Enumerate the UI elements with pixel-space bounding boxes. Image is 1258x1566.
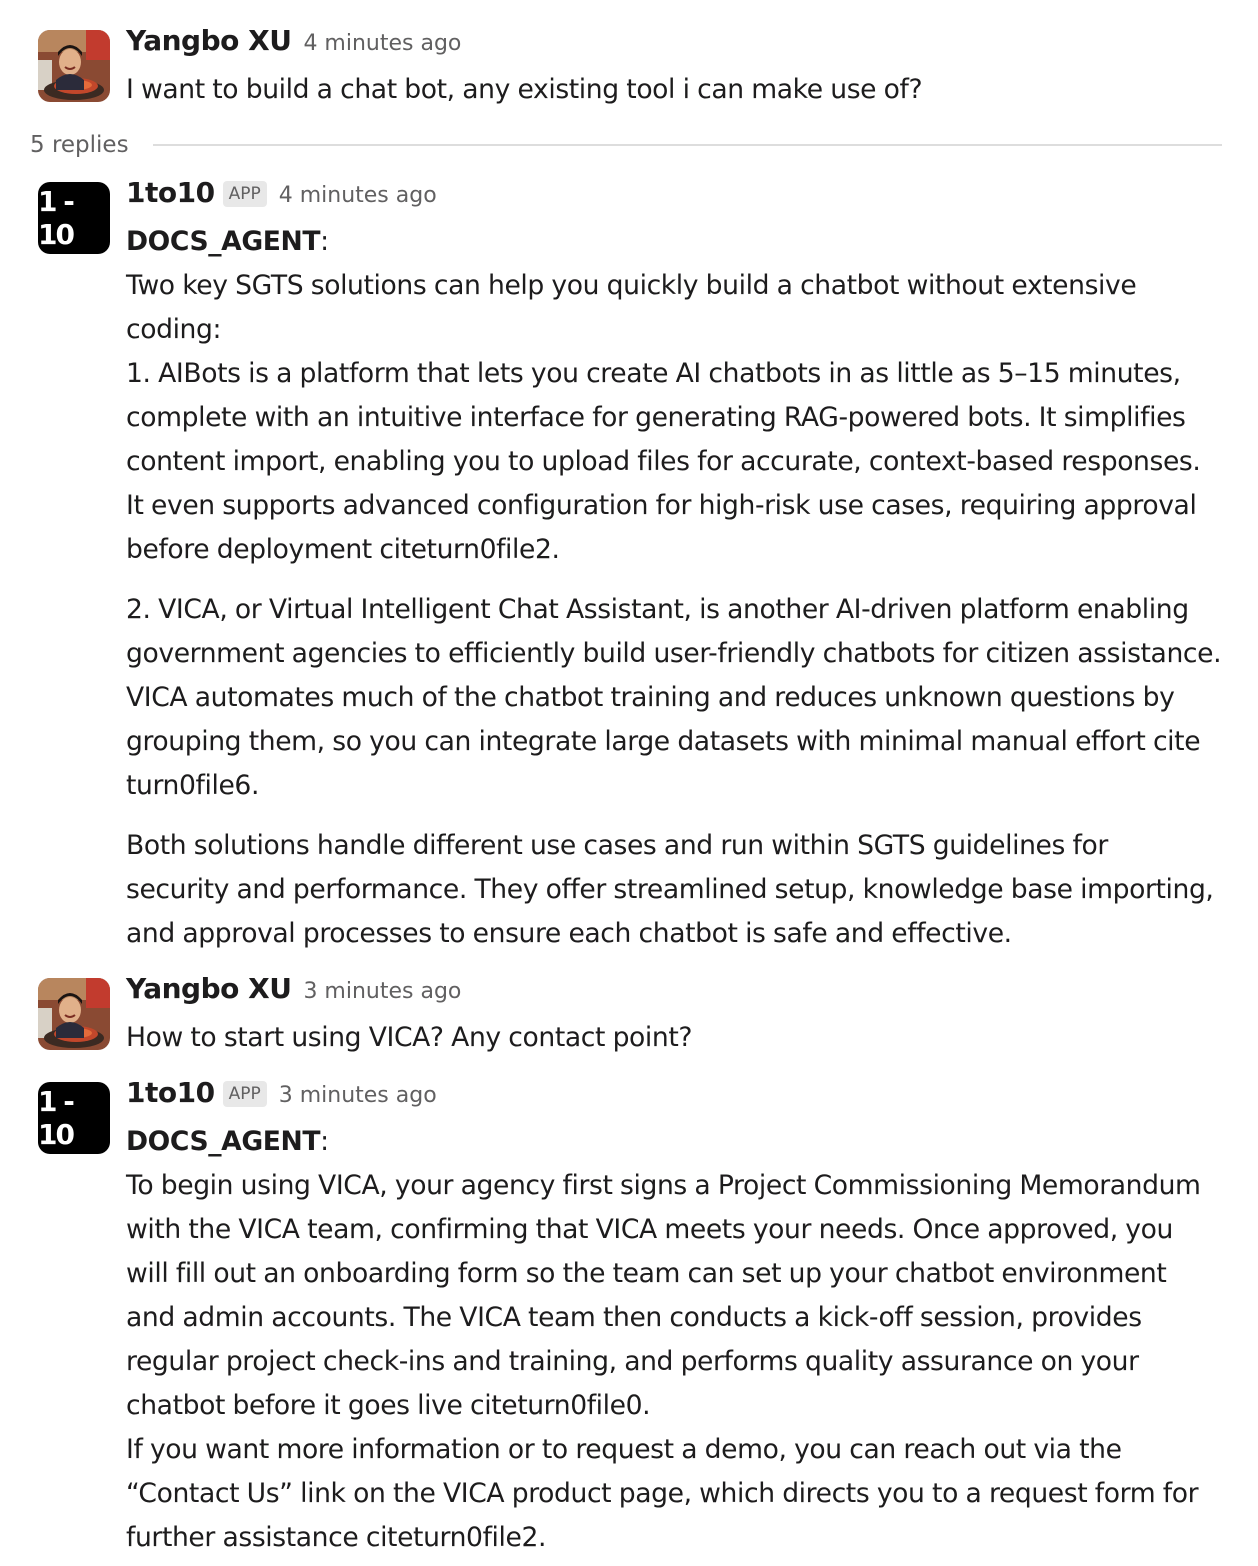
bot-avatar[interactable]: 1 - 10 (38, 182, 110, 254)
text-line: government agencies to efficiently build… (126, 638, 1222, 669)
text-line: If you want more information or to reque… (126, 1434, 1122, 1465)
agent-label: DOCS_AGENT (126, 1126, 321, 1157)
text-line: To begin using VICA, your agency first s… (126, 1170, 1201, 1201)
text-line: VICA automates much of the chatbot train… (126, 682, 1175, 713)
message-text: I want to build a chat bot, any existing… (126, 74, 923, 105)
message-content: 1to10 APP 3 minutes ago DOCS_AGENT: To b… (126, 1076, 1238, 1560)
message-header: 1to10 APP 3 minutes ago (126, 1076, 1238, 1120)
message-header: Yangbo XU 4 minutes ago (126, 24, 1238, 68)
text-line: complete with an intuitive interface for… (126, 402, 1186, 433)
text-line: It even supports advanced configuration … (126, 490, 1197, 521)
message-content: 1to10 APP 4 minutes ago DOCS_AGENT: Two … (126, 176, 1238, 956)
text-line: 2. VICA, or Virtual Intelligent Chat Ass… (126, 594, 1189, 625)
text-line: security and performance. They offer str… (126, 874, 1214, 905)
timestamp[interactable]: 4 minutes ago (279, 183, 437, 208)
message-text: How to start using VICA? Any contact poi… (126, 1022, 693, 1053)
text-line: “Contact Us” link on the VICA product pa… (126, 1478, 1199, 1509)
text-line: before deployment citeturn0file2. (126, 534, 560, 565)
text-line: Two key SGTS solutions can help you quic… (126, 270, 1137, 301)
text-line: with the VICA team, confirming that VICA… (126, 1214, 1173, 1245)
message-header: 1to10 APP 4 minutes ago (126, 176, 1238, 220)
message-header: Yangbo XU 3 minutes ago (126, 972, 1238, 1016)
replies-divider-row: 5 replies (30, 128, 1222, 162)
message-content: Yangbo XU 3 minutes ago How to start usi… (126, 972, 1238, 1060)
message-content: Yangbo XU 4 minutes ago I want to build … (126, 24, 1238, 112)
text-line: turn0file6. (126, 770, 259, 801)
message-body: DOCS_AGENT: To begin using VICA, your ag… (126, 1120, 1238, 1560)
bot-avatar-text: 1 - 10 (38, 1085, 75, 1151)
text-line: Both solutions handle different use case… (126, 830, 1108, 861)
divider (152, 144, 1222, 146)
agent-colon: : (320, 1126, 329, 1157)
author-name[interactable]: 1to10 (126, 176, 215, 209)
text-line: regular project check-ins and training, … (126, 1346, 1139, 1377)
user-avatar[interactable] (38, 30, 110, 102)
author-name[interactable]: Yangbo XU (126, 24, 292, 57)
agent-colon: : (320, 226, 329, 257)
agent-label: DOCS_AGENT (126, 226, 321, 257)
message-body: DOCS_AGENT: Two key SGTS solutions can h… (126, 220, 1238, 956)
timestamp[interactable]: 3 minutes ago (303, 979, 461, 1004)
timestamp[interactable]: 4 minutes ago (303, 31, 461, 56)
text-line: and approval processes to ensure each ch… (126, 918, 1012, 949)
timestamp[interactable]: 3 minutes ago (279, 1083, 437, 1108)
bot-avatar[interactable]: 1 - 10 (38, 1082, 110, 1154)
text-line: chatbot before it goes live citeturn0fil… (126, 1390, 651, 1421)
agent-label-line: DOCS_AGENT: (126, 1120, 1238, 1164)
user-avatar-image (38, 978, 110, 1050)
bot-avatar-text: 1 - 10 (38, 185, 75, 251)
user-avatar-image (38, 30, 110, 102)
app-badge: APP (222, 1081, 267, 1107)
replies-count[interactable]: 5 replies (30, 132, 129, 158)
app-badge: APP (222, 181, 267, 207)
text-line: grouping them, so you can integrate larg… (126, 726, 1201, 757)
agent-label-line: DOCS_AGENT: (126, 220, 1238, 264)
author-name[interactable]: 1to10 (126, 1076, 215, 1109)
text-line: further assistance citeturn0file2. (126, 1522, 547, 1553)
text-line: coding: (126, 314, 222, 345)
user-avatar[interactable] (38, 978, 110, 1050)
text-line: content import, enabling you to upload f… (126, 446, 1201, 477)
text-line: will fill out an onboarding form so the … (126, 1258, 1167, 1289)
text-line: and admin accounts. The VICA team then c… (126, 1302, 1142, 1333)
author-name[interactable]: Yangbo XU (126, 972, 292, 1005)
text-line: 1. AIBots is a platform that lets you cr… (126, 358, 1181, 389)
